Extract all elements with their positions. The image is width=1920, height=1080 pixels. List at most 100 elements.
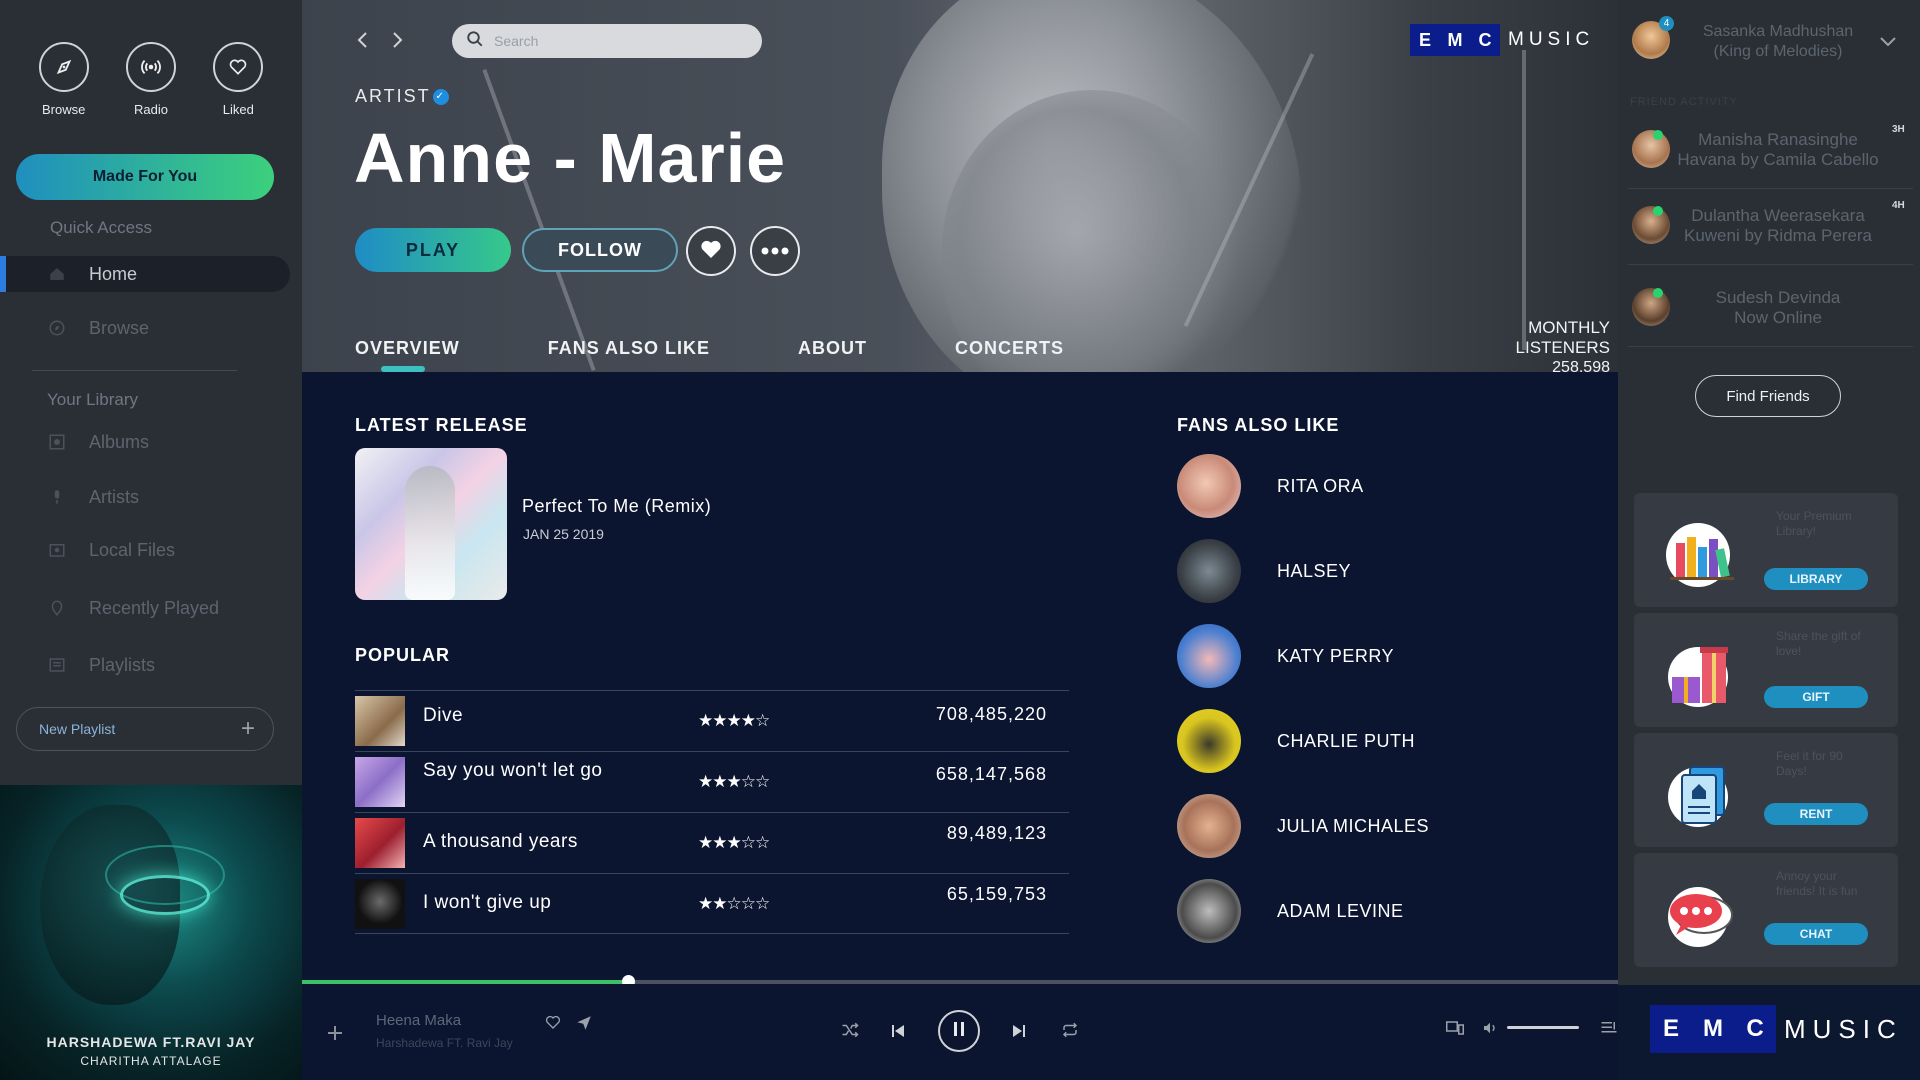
avatar[interactable] [1632,206,1670,244]
decorative-line [1522,50,1526,350]
like-button[interactable] [686,226,736,276]
tab-overview[interactable]: OVERVIEW [355,338,460,372]
add-icon[interactable] [326,1024,344,1047]
latest-release-title[interactable]: Perfect To Me (Remix) [522,496,711,517]
avatar[interactable] [1632,130,1670,168]
liked-nav-button[interactable]: Liked [213,42,264,117]
chevron-down-icon[interactable] [1880,34,1896,52]
fan-artist-item[interactable]: CHARLIE PUTH [1177,709,1477,773]
logo-letter: C [1470,24,1500,56]
heart-icon[interactable] [544,1014,562,1035]
tab-about[interactable]: ABOUT [798,338,867,359]
separator [1628,346,1913,347]
user-display-name: Sasanka Madhushan [1702,23,1854,40]
next-track-icon[interactable] [1012,1024,1026,1043]
friend-name: Manisha Ranasinghe [1698,130,1858,149]
fan-artist-name: CHARLIE PUTH [1277,730,1416,751]
sidebar-item-albums[interactable]: Albums [0,424,290,460]
volume-slider[interactable] [1507,1026,1579,1029]
gift-button[interactable]: GIFT [1764,686,1868,708]
friend-activity-item[interactable]: Sudesh Devinda Now Online [1672,288,1884,328]
sidebar-item-recently-played[interactable]: Recently Played [0,590,290,626]
gift-box-icon [1660,637,1742,709]
sidebar-item-label: Home [89,263,138,284]
search-bar[interactable] [452,24,762,58]
top-nav: Browse Radio Liked [0,0,302,117]
fans-also-like-heading: FANS ALSO LIKE [1177,415,1340,435]
popular-tracks-table: Dive ★★★★☆ 708,485,220 Say you won't let… [355,690,1069,934]
now-playing-title[interactable]: Heena Maka [376,1012,461,1029]
track-title: Dive [423,705,464,726]
share-icon[interactable] [575,1014,593,1037]
fan-artist-item[interactable]: RITA ORA [1177,454,1477,518]
made-for-you-button[interactable]: Made For You [16,154,274,200]
rent-button[interactable]: RENT [1764,803,1868,825]
follow-button[interactable]: FOLLOW [522,228,678,272]
now-playing-artist[interactable]: Harshadewa FT. Ravi Jay [376,1036,513,1050]
pause-button[interactable] [938,1010,980,1052]
artist-name: Anne - Marie [354,119,787,197]
fan-artist-item[interactable]: HALSEY [1177,539,1477,603]
volume-icon[interactable] [1482,1020,1498,1041]
sidebar-item-artists[interactable]: Artists [0,479,290,515]
fan-artist-name: RITA ORA [1277,475,1364,496]
left-sidebar: Browse Radio Liked Made For You Quick Ac… [0,0,302,785]
forward-arrow-icon[interactable] [388,30,408,50]
separator [1628,188,1913,189]
user-name[interactable]: Sasanka Madhushan (King of Melodies) [1680,22,1876,62]
more-options-button[interactable] [750,226,800,276]
library-button[interactable]: LIBRARY [1764,568,1868,590]
chat-button[interactable]: CHAT [1764,923,1868,945]
repeat-icon[interactable] [1061,1022,1079,1043]
liked-nav-label: Liked [222,102,254,117]
queue-icon[interactable] [1600,1020,1618,1041]
logo-letter: C [1734,1005,1776,1053]
quick-access-heading: Quick Access [50,218,153,237]
popular-heading: POPULAR [355,645,451,665]
sidebar-item-playlists[interactable]: Playlists [0,647,290,683]
tab-concerts[interactable]: CONCERTS [955,338,1064,359]
sidebar-item-local-files[interactable]: Local Files [0,532,290,568]
folder-icon [47,540,67,560]
radio-nav-button[interactable]: Radio [125,42,176,117]
friend-activity-text: Now Online [1734,308,1822,327]
sidebar-item-home[interactable]: Home [0,256,290,292]
fan-artist-item[interactable]: JULIA MICHALES [1177,794,1477,858]
latest-release-cover[interactable] [355,448,507,600]
track-row[interactable]: Say you won't let go ★★★☆☆ 658,147,568 [355,751,1069,812]
album-art-glow-ring [120,875,210,915]
fan-artist-item[interactable]: ADAM LEVINE [1177,879,1477,943]
find-friends-button[interactable]: Find Friends [1695,375,1841,417]
track-row[interactable]: I won't give up ★★☆☆☆ 65,159,753 [355,873,1069,934]
decorative-line [482,68,596,372]
avatar [1177,539,1241,603]
promo-text: Annoy your friends! It is fun [1776,869,1858,898]
track-play-count: 708,485,220 [935,704,1047,724]
track-play-count: 658,147,568 [935,764,1047,784]
devices-icon[interactable] [1446,1020,1464,1041]
track-play-count: 89,489,123 [946,823,1047,843]
shuffle-icon[interactable] [841,1022,859,1043]
tab-fans-also-like[interactable]: FANS ALSO LIKE [548,338,710,359]
friend-activity-text: Kuweni by Ridma Perera [1683,226,1873,245]
track-row[interactable]: A thousand years ★★★☆☆ 89,489,123 [355,812,1069,873]
fan-artist-item[interactable]: KATY PERRY [1177,624,1477,688]
heart-icon [698,237,724,266]
friend-activity-item[interactable]: Manisha Ranasinghe Havana by Camila Cabe… [1672,130,1884,170]
latest-release-heading: LATEST RELEASE [355,415,528,435]
friend-activity-item[interactable]: Dulantha Weerasekara Kuweni by Ridma Per… [1672,206,1884,246]
new-playlist-button[interactable]: New Playlist + [16,707,274,751]
album-art-subtitle: HARSHADEWA FT.RAVI JAY [46,1034,256,1050]
sidebar-item-browse[interactable]: Browse [0,310,290,346]
rent-document-icon [1660,757,1742,829]
artist-tag-label: ARTIST [355,86,431,106]
friend-activity-heading: FRIEND ACTIVITY [1630,96,1738,108]
promo-text: Your Premium Library! [1776,509,1852,538]
browse-nav-button[interactable]: Browse [38,42,89,117]
search-input[interactable] [494,33,744,49]
previous-track-icon[interactable] [891,1024,905,1043]
back-arrow-icon[interactable] [352,30,372,50]
track-row[interactable]: Dive ★★★★☆ 708,485,220 [355,690,1069,751]
avatar[interactable] [1632,288,1670,326]
play-button[interactable]: PLAY [355,228,511,272]
